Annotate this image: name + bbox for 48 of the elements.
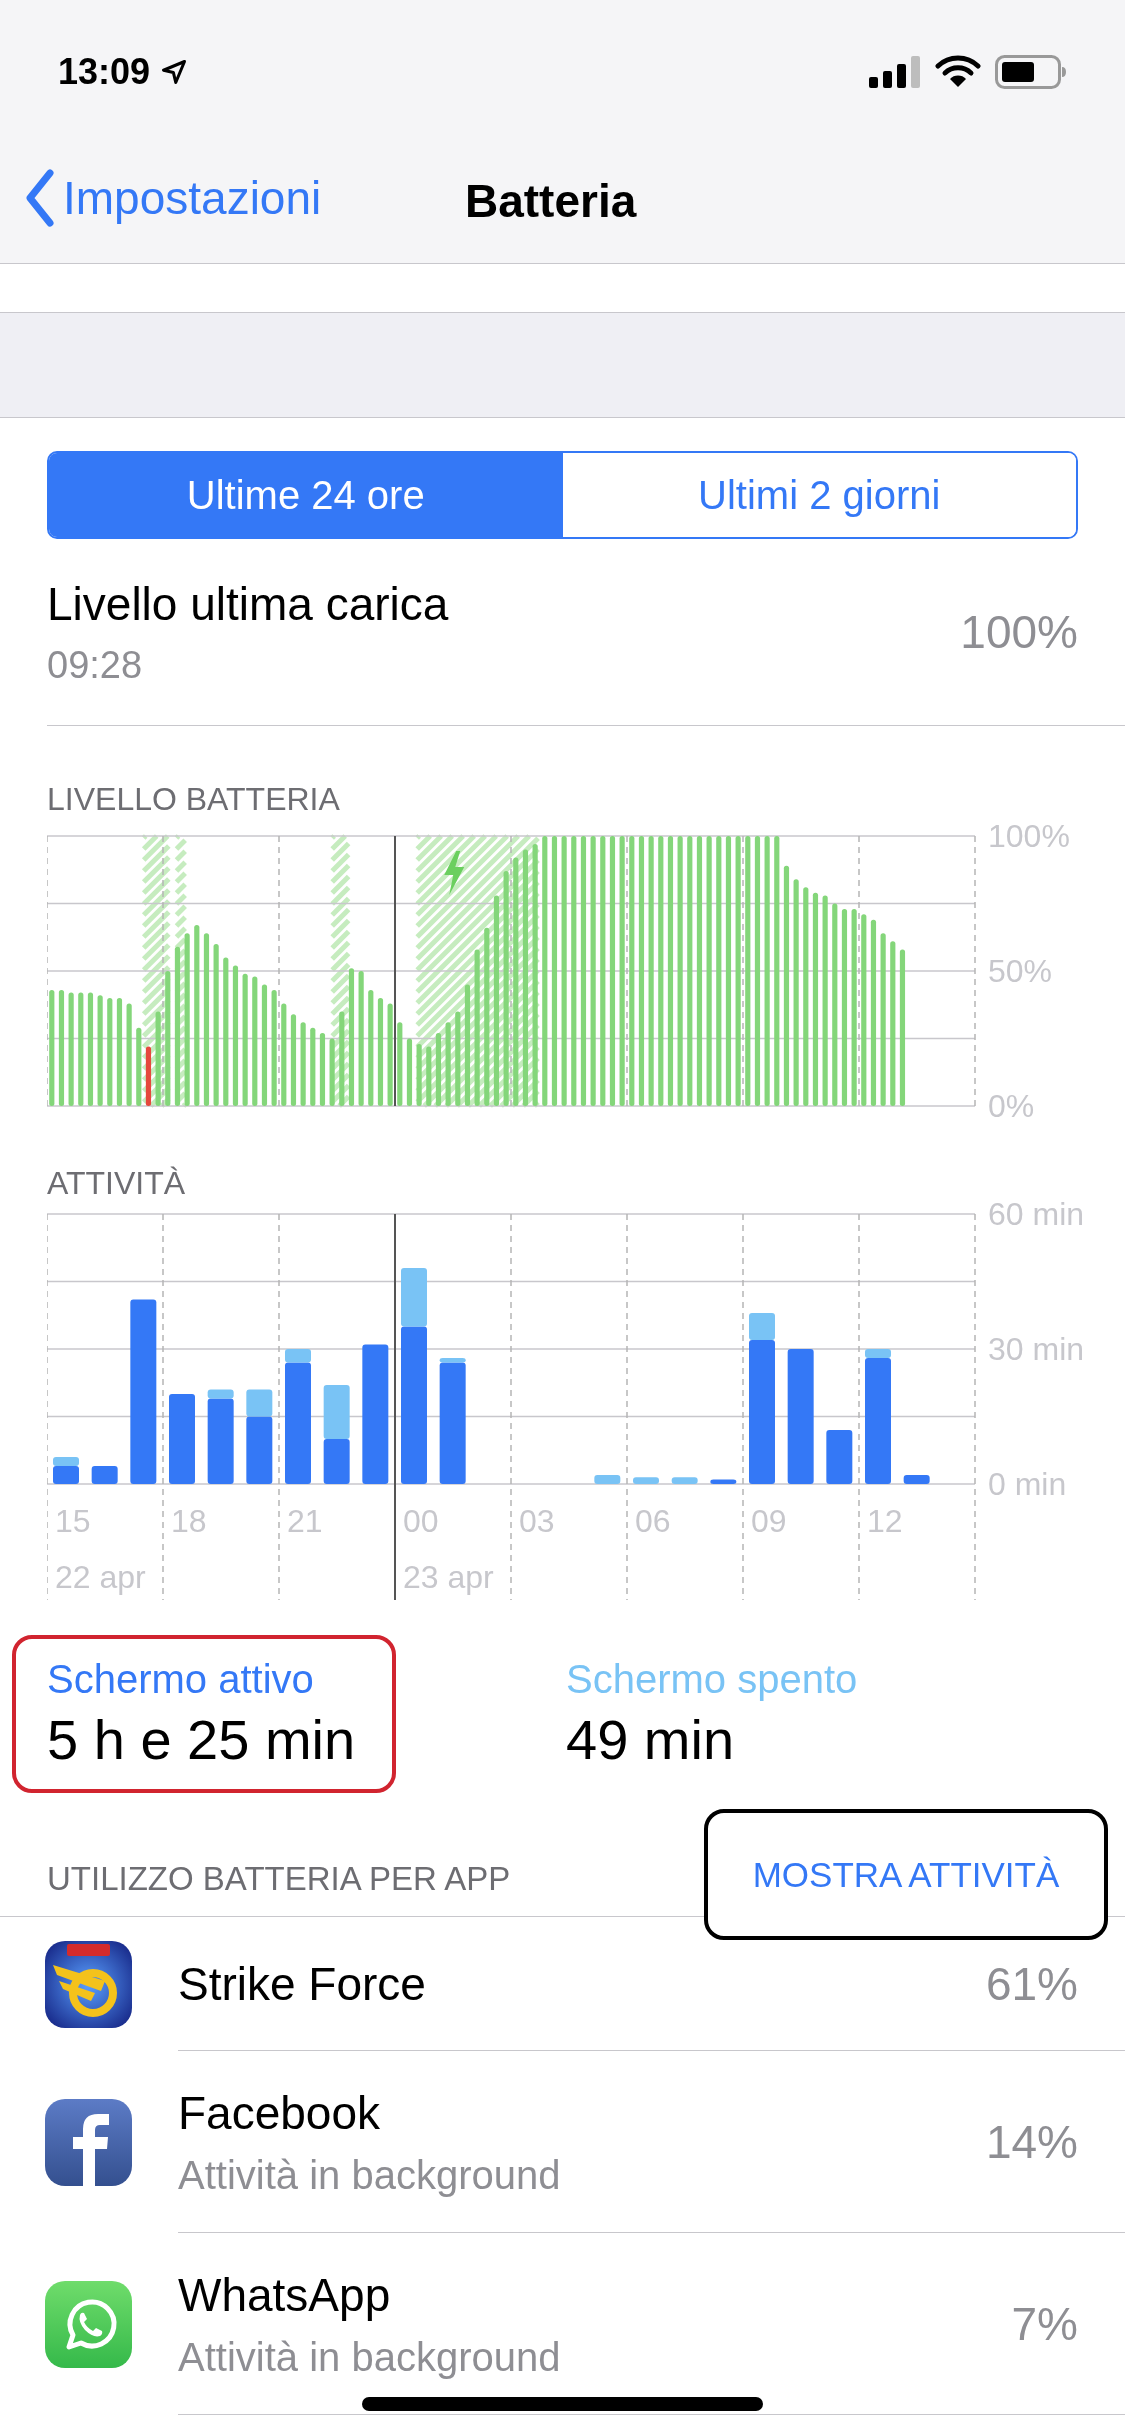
- app-name: WhatsApp: [178, 2267, 392, 2323]
- app-subtitle: Attività in background: [178, 2333, 561, 2381]
- back-button[interactable]: Impostazioni: [25, 168, 322, 227]
- screen-title: Batteria: [465, 174, 637, 228]
- show-activity-button[interactable]: MOSTRA ATTIVITÀ: [704, 1809, 1108, 1940]
- app-icon: [45, 2098, 132, 2186]
- app-usage: 7%: [1011, 2296, 1078, 2351]
- section-header: ATTIVITÀ: [47, 1164, 186, 1200]
- stat-label: Schermo attivo: [47, 1656, 315, 1703]
- axis-label: 21: [287, 1503, 323, 1539]
- row-value: 100%: [960, 605, 1078, 659]
- segment-tab[interactable]: Ultime 24 ore: [49, 453, 563, 537]
- section-header: LIVELLO BATTERIA: [47, 780, 340, 816]
- stat-label: Schermo spento: [566, 1656, 858, 1703]
- axis-label: 60 min: [988, 1200, 1085, 1232]
- wifi-icon: [935, 55, 981, 89]
- axis-label: 0 min: [988, 1466, 1067, 1502]
- date-label: 23 apr: [403, 1559, 494, 1595]
- signal-icon: [869, 56, 921, 88]
- stat-value: 49 min: [566, 1707, 736, 1773]
- row-time: 09:28: [47, 643, 144, 688]
- section-header: UTILIZZO BATTERIA PER APP: [47, 1862, 511, 1896]
- lightning-icon: [444, 851, 465, 895]
- app-name: Strike Force: [178, 1956, 426, 2012]
- date-label: 22 apr: [55, 1559, 146, 1595]
- app-usage: 14%: [985, 2114, 1078, 2169]
- chevron-left-icon: [25, 168, 55, 227]
- status-time: 13:09: [58, 51, 151, 93]
- axis-label: 06: [635, 1503, 671, 1539]
- stat-value: 5 h e 25 min: [47, 1707, 357, 1773]
- location-arrow-icon: [160, 58, 189, 86]
- app-icon: [45, 2280, 132, 2368]
- axis-label: 100%: [988, 818, 1070, 854]
- row-label: Livello ultima carica: [47, 577, 449, 632]
- app-name: Facebook: [178, 2085, 381, 2141]
- axis-label: 00: [403, 1503, 439, 1539]
- axis-label: 0%: [988, 1088, 1035, 1124]
- axis-label: 30 min: [988, 1331, 1085, 1367]
- battery-icon: [995, 55, 1067, 89]
- axis-label: 15: [55, 1503, 91, 1539]
- app-usage: 61%: [985, 1956, 1078, 2011]
- app-icon: [45, 1940, 132, 2028]
- app-subtitle: Attività in background: [178, 2151, 561, 2199]
- axis-label: 50%: [988, 953, 1053, 989]
- axis-label: 18: [171, 1503, 207, 1539]
- axis-label: 12: [867, 1503, 903, 1539]
- axis-label: 09: [751, 1503, 787, 1539]
- axis-label: 03: [519, 1503, 555, 1539]
